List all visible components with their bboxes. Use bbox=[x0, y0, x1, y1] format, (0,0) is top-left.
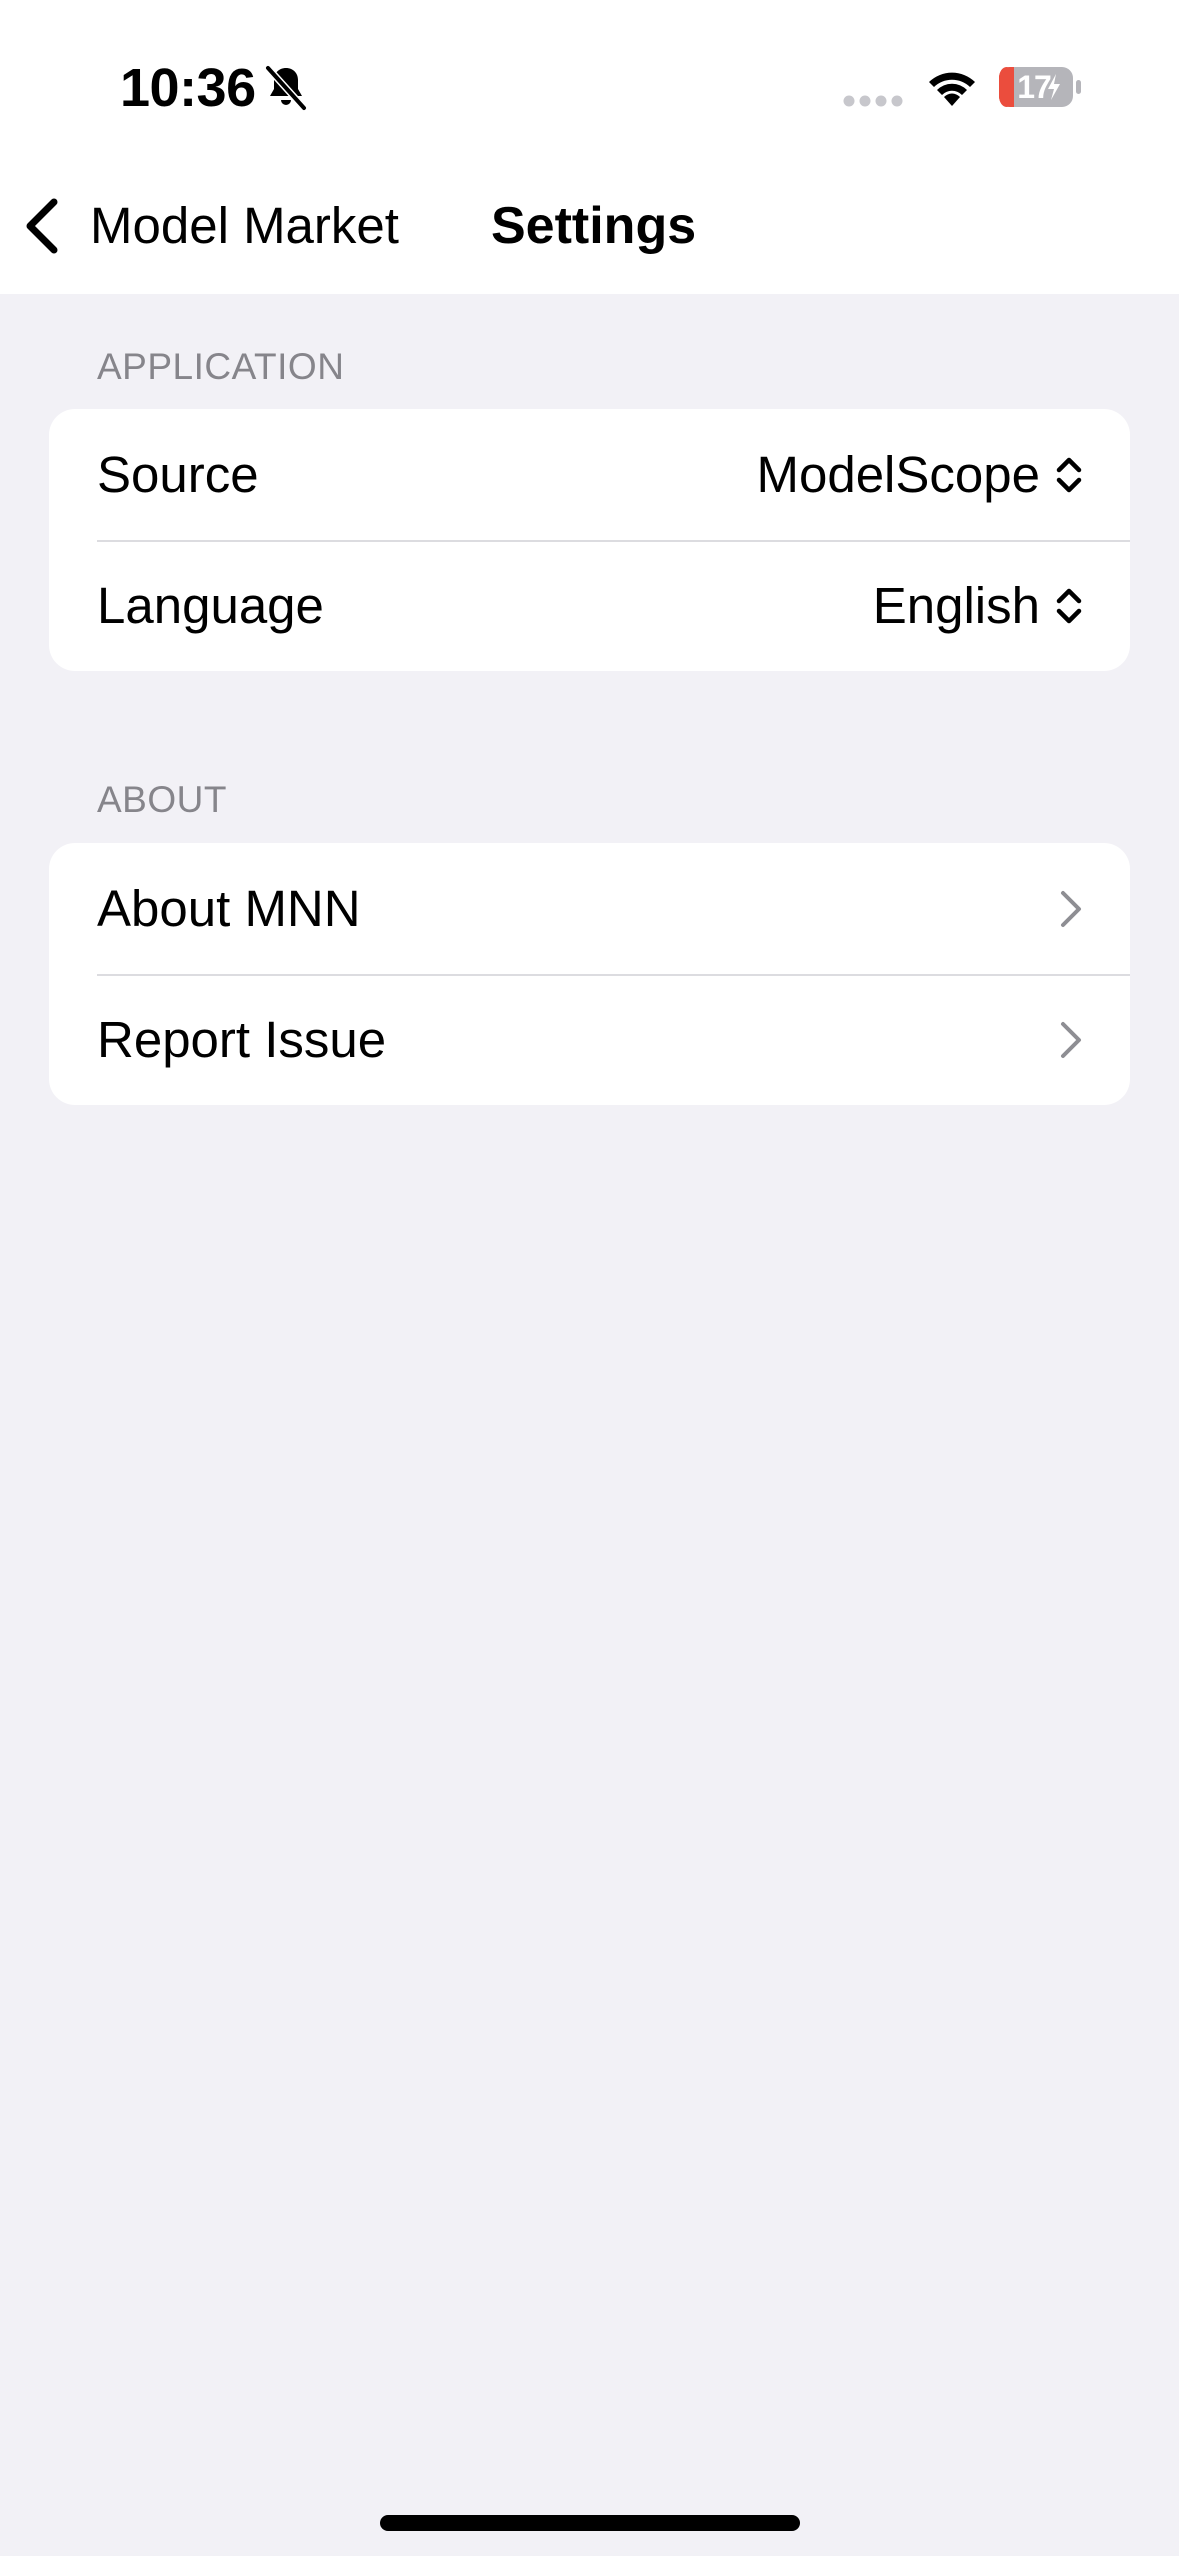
bell-slash-icon bbox=[264, 64, 308, 112]
report-issue-row[interactable]: Report Issue bbox=[49, 974, 1130, 1105]
back-button[interactable]: Model Market bbox=[20, 186, 399, 266]
application-settings-group: Source ModelScope Language English bbox=[49, 409, 1130, 671]
chevron-right-icon bbox=[1061, 890, 1081, 927]
status-time: 10:36 bbox=[120, 58, 256, 118]
report-issue-label: Report Issue bbox=[97, 1010, 387, 1068]
chevron-left-icon bbox=[26, 198, 58, 254]
page-title: Settings bbox=[491, 197, 697, 255]
about-mnn-label: About MNN bbox=[97, 879, 361, 937]
chevron-right-icon bbox=[1061, 1021, 1081, 1058]
section-header-about: ABOUT bbox=[97, 779, 227, 820]
chevron-up-down-icon bbox=[1056, 588, 1082, 623]
top-bar: 10:36 17 Model Market Settings bbox=[0, 0, 1179, 294]
chevron-up-down-icon bbox=[1056, 457, 1082, 492]
source-value: ModelScope bbox=[756, 445, 1040, 503]
home-indicator[interactable] bbox=[380, 2515, 800, 2531]
section-header-application: APPLICATION bbox=[97, 346, 345, 387]
language-picker-row[interactable]: Language English bbox=[49, 540, 1130, 671]
battery-level: 17 bbox=[1017, 69, 1052, 105]
source-picker-row[interactable]: Source ModelScope bbox=[49, 409, 1130, 540]
about-mnn-row[interactable]: About MNN bbox=[49, 843, 1130, 974]
cellular-signal-icon bbox=[843, 95, 903, 107]
language-label: Language bbox=[97, 576, 324, 634]
back-button-label: Model Market bbox=[90, 197, 399, 254]
source-label: Source bbox=[97, 445, 259, 503]
about-group: About MNN Report Issue bbox=[49, 843, 1130, 1105]
language-value: English bbox=[872, 576, 1040, 634]
wifi-icon bbox=[929, 72, 975, 106]
